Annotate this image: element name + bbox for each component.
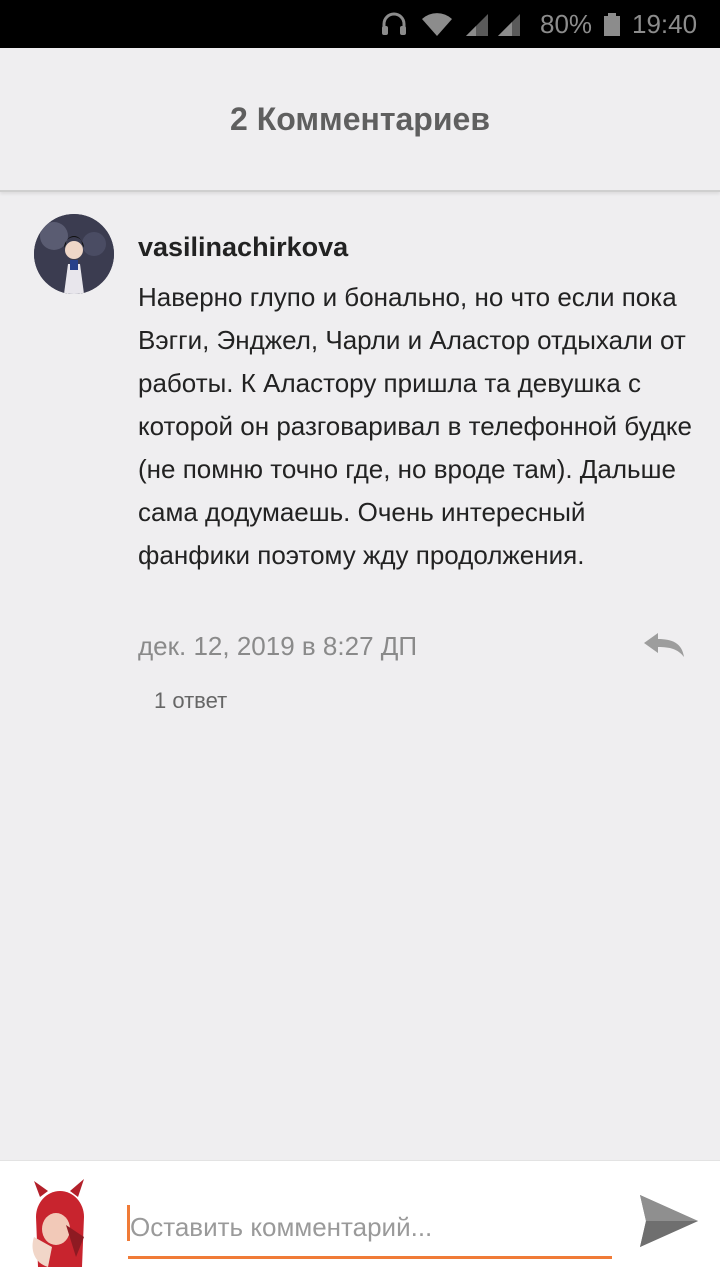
send-button[interactable]	[636, 1191, 702, 1251]
username[interactable]: vasilinachirkova	[138, 232, 348, 263]
signal-icon	[464, 0, 490, 48]
comments-header: 2 Комментариев	[0, 48, 720, 192]
page-title: 2 Комментариев	[230, 100, 490, 137]
headphones-icon	[380, 0, 408, 48]
avatar	[26, 1177, 92, 1269]
battery-level: 80%	[540, 8, 593, 39]
status-bar: 80% 19:40	[0, 0, 720, 48]
replies-link[interactable]: 1 ответ	[154, 688, 227, 714]
text-caret	[127, 1205, 130, 1241]
battery-icon	[602, 0, 622, 48]
comment-input[interactable]	[128, 1199, 612, 1259]
send-icon	[640, 1195, 698, 1247]
clock: 19:40	[632, 8, 698, 39]
reply-icon[interactable]	[640, 631, 688, 661]
comment-timestamp: дек. 12, 2019 в 8:27 ДП	[138, 631, 418, 661]
compose-bar	[0, 1160, 720, 1280]
signal-icon	[496, 0, 522, 48]
avatar[interactable]	[34, 214, 114, 294]
comment-text: Наверно глупо и бонально, но что если по…	[138, 282, 693, 570]
wifi-icon	[420, 0, 454, 48]
